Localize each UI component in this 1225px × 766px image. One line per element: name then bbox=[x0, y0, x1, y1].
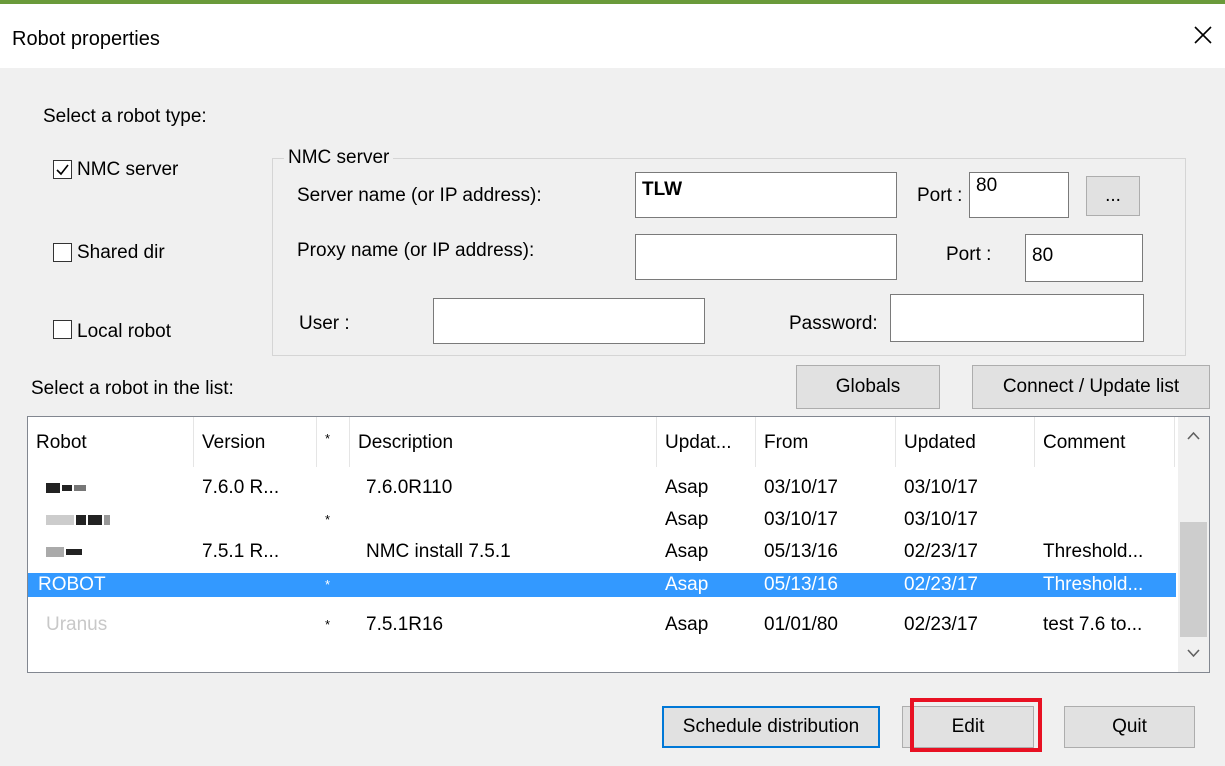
table-row-selected[interactable]: ROBOT * Asap 05/13/16 02/23/17 Threshold… bbox=[28, 573, 1176, 597]
vertical-scrollbar[interactable] bbox=[1178, 417, 1209, 672]
robot-name-cell: Uranus bbox=[46, 614, 108, 635]
star-cell bbox=[325, 540, 350, 564]
browse-button[interactable]: ... bbox=[1086, 176, 1140, 216]
password-label: Password: bbox=[789, 313, 878, 334]
updated-cell: 02/23/17 bbox=[904, 541, 978, 562]
from-cell: 01/01/80 bbox=[764, 614, 838, 635]
scroll-up-icon[interactable] bbox=[1186, 429, 1201, 444]
table-row[interactable]: 7.5.1 R... NMC install 7.5.1 Asap 05/13/… bbox=[28, 540, 1176, 564]
proxy-name-input[interactable] bbox=[635, 234, 897, 280]
robot-list-view[interactable]: Robot Version * Description Updat... Fro… bbox=[27, 416, 1210, 673]
updated-cell: 02/23/17 bbox=[904, 614, 978, 635]
quit-button[interactable]: Quit bbox=[1064, 706, 1195, 748]
scroll-down-icon[interactable] bbox=[1186, 645, 1201, 660]
checkbox-box[interactable] bbox=[53, 243, 72, 262]
description-cell bbox=[366, 508, 646, 532]
table-row[interactable]: 7.6.0 R... 7.6.0R110 Asap 03/10/17 03/10… bbox=[28, 476, 1176, 500]
comment-cell: test 7.6 to... bbox=[1043, 614, 1143, 635]
column-header-robot[interactable]: Robot bbox=[28, 417, 194, 467]
proxy-port-label: Port : bbox=[946, 244, 992, 265]
checkbox-box[interactable] bbox=[53, 320, 72, 339]
column-header-comment[interactable]: Comment bbox=[1035, 417, 1175, 467]
globals-button[interactable]: Globals bbox=[796, 365, 940, 409]
updated-cell: 03/10/17 bbox=[904, 477, 978, 498]
column-header-version[interactable]: Version bbox=[194, 417, 317, 467]
description-cell: 7.6.0R110 bbox=[366, 477, 453, 498]
comment-cell bbox=[1043, 476, 1173, 500]
column-header-from[interactable]: From bbox=[756, 417, 896, 467]
close-icon[interactable] bbox=[1190, 22, 1216, 48]
robot-name-cell-redacted bbox=[46, 508, 186, 532]
connect-update-list-button[interactable]: Connect / Update list bbox=[972, 365, 1210, 409]
description-cell: 7.5.1R16 bbox=[366, 614, 444, 635]
table-row[interactable]: * Asap 03/10/17 03/10/17 bbox=[28, 508, 1176, 532]
comment-cell bbox=[1043, 508, 1173, 532]
edit-button[interactable]: Edit bbox=[902, 706, 1034, 748]
checkbox-label: Local robot bbox=[77, 321, 172, 342]
proxy-port-input[interactable]: 80 bbox=[1025, 234, 1143, 282]
update-cell: Asap bbox=[665, 614, 709, 635]
proxy-name-label: Proxy name (or IP address): bbox=[297, 240, 535, 261]
schedule-distribution-button[interactable]: Schedule distribution bbox=[662, 706, 880, 748]
check-icon bbox=[56, 164, 69, 176]
version-cell bbox=[202, 508, 312, 532]
nmc-server-group-legend: NMC server bbox=[284, 147, 394, 169]
checkbox-label: Shared dir bbox=[77, 242, 165, 263]
description-cell: NMC install 7.5.1 bbox=[366, 541, 511, 562]
column-header-description[interactable]: Description bbox=[350, 417, 657, 467]
robot-type-heading: Select a robot type: bbox=[43, 106, 207, 127]
updated-cell: 03/10/17 bbox=[904, 509, 978, 530]
server-port-label: Port : bbox=[917, 185, 963, 206]
title-accent-line bbox=[0, 0, 1225, 4]
list-header: Robot Version * Description Updat... Fro… bbox=[28, 417, 1178, 467]
checkbox-box[interactable] bbox=[53, 160, 72, 179]
column-header-update[interactable]: Updat... bbox=[657, 417, 756, 467]
checkbox-label: NMC server bbox=[77, 159, 179, 180]
star-cell bbox=[325, 476, 350, 500]
robot-name-cell-redacted bbox=[46, 476, 186, 500]
column-header-star[interactable]: * bbox=[317, 417, 350, 467]
scrollbar-thumb[interactable] bbox=[1180, 522, 1207, 637]
version-cell: 7.5.1 R... bbox=[202, 541, 280, 562]
user-input[interactable] bbox=[433, 298, 705, 344]
from-cell: 03/10/17 bbox=[764, 509, 838, 530]
robot-list-heading: Select a robot in the list: bbox=[31, 378, 234, 399]
version-cell bbox=[202, 613, 312, 637]
update-cell: Asap bbox=[665, 574, 709, 595]
from-cell: 03/10/17 bbox=[764, 477, 838, 498]
from-cell: 05/13/16 bbox=[764, 541, 838, 562]
server-name-label: Server name (or IP address): bbox=[297, 185, 542, 206]
star-cell: * bbox=[325, 577, 331, 592]
comment-cell: Threshold... bbox=[1043, 541, 1144, 562]
version-cell: 7.6.0 R... bbox=[202, 477, 280, 498]
update-cell: Asap bbox=[665, 477, 709, 498]
comment-cell: Threshold... bbox=[1043, 574, 1144, 595]
server-name-input[interactable]: TLW bbox=[635, 172, 897, 218]
update-cell: Asap bbox=[665, 541, 709, 562]
robot-name-cell: ROBOT bbox=[38, 574, 106, 595]
from-cell: 05/13/16 bbox=[764, 574, 838, 595]
robot-name-cell-redacted bbox=[46, 540, 186, 564]
description-cell bbox=[366, 573, 646, 597]
updated-cell: 02/23/17 bbox=[904, 574, 978, 595]
password-input[interactable] bbox=[890, 294, 1144, 342]
version-cell bbox=[202, 573, 312, 597]
window-title: Robot properties bbox=[12, 28, 160, 50]
star-cell: * bbox=[325, 617, 331, 632]
table-row[interactable]: Uranus * 7.5.1R16 Asap 01/01/80 02/23/17… bbox=[28, 613, 1176, 637]
star-cell: * bbox=[325, 512, 331, 527]
column-header-updated[interactable]: Updated bbox=[896, 417, 1035, 467]
server-port-input[interactable]: 80 bbox=[969, 172, 1069, 218]
user-label: User : bbox=[299, 313, 350, 334]
update-cell: Asap bbox=[665, 509, 709, 530]
